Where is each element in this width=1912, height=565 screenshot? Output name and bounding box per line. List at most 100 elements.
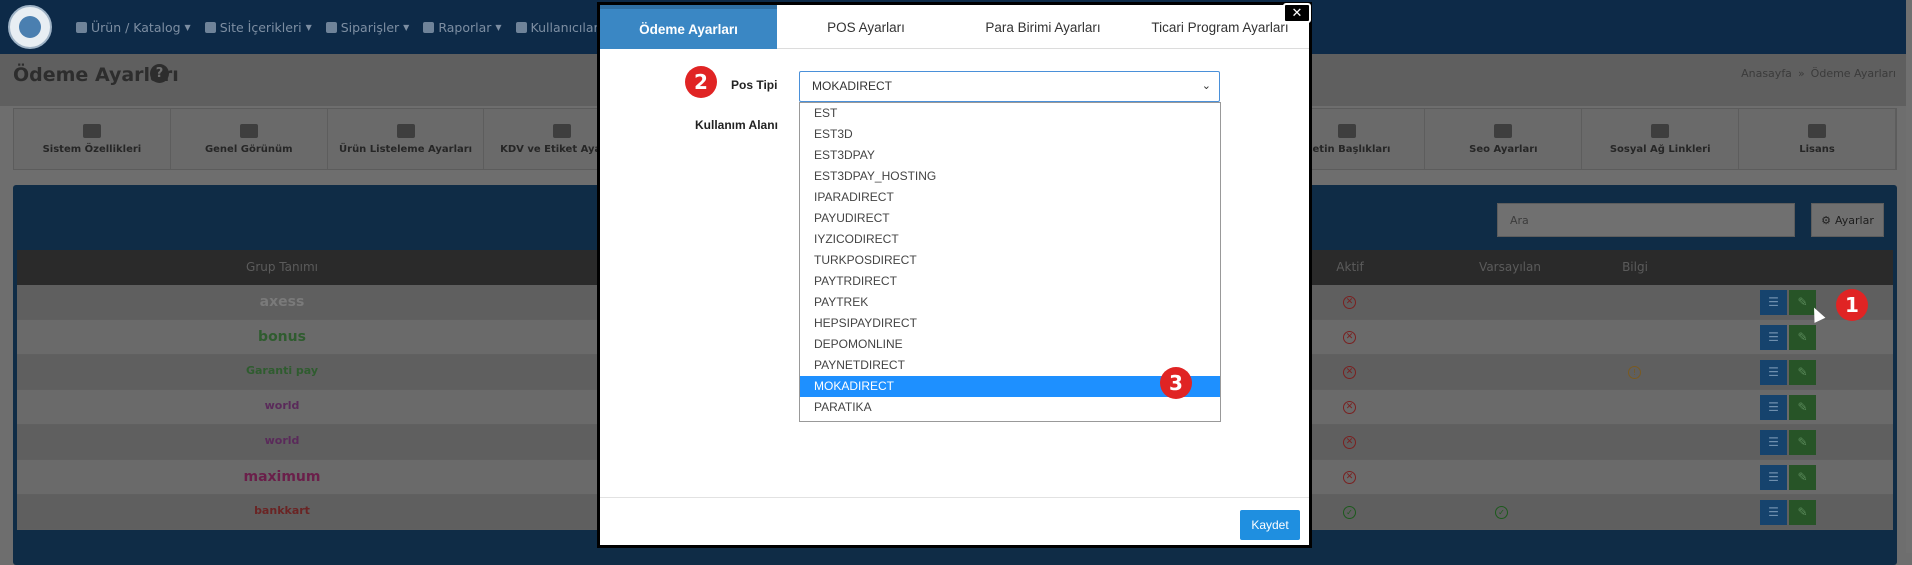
option-est3dpay[interactable]: EST3DPAY bbox=[800, 145, 1220, 166]
option-mokadirect[interactable]: MOKADIRECT bbox=[800, 376, 1220, 397]
users-icon bbox=[515, 21, 527, 33]
column-info: Bilgi bbox=[1622, 260, 1648, 274]
inactive-icon: ✕ bbox=[1343, 331, 1356, 344]
save-button[interactable]: Kaydet bbox=[1240, 510, 1300, 540]
tags-icon bbox=[553, 123, 572, 138]
brand-logo: world bbox=[264, 434, 300, 447]
close-button[interactable]: ✕ bbox=[1283, 3, 1311, 23]
option-paratika[interactable]: PARATIKA bbox=[800, 397, 1220, 418]
pos-type-dropdown: EST EST3D EST3DPAY EST3DPAY_HOSTING IPAR… bbox=[799, 102, 1221, 422]
step-marker-1: 1 bbox=[1836, 289, 1868, 321]
tab-pos-settings[interactable]: POS Ayarları bbox=[777, 5, 955, 49]
edit-button[interactable]: ✎ bbox=[1789, 325, 1816, 350]
option-depomonline[interactable]: DEPOMONLINE bbox=[800, 334, 1220, 355]
brand-logo: world bbox=[264, 399, 300, 412]
option-paynetdirect[interactable]: PAYNETDIRECT bbox=[800, 355, 1220, 376]
settings-tab-license[interactable]: Lisans bbox=[1739, 109, 1896, 169]
option-paytrdirect[interactable]: PAYTRDIRECT bbox=[800, 271, 1220, 292]
tab-currency-settings[interactable]: Para Birimi Ayarları bbox=[955, 5, 1131, 49]
nav-item-catalog[interactable]: Ürün / Katalog ▼ bbox=[76, 20, 191, 35]
brand-logo: axess bbox=[259, 294, 305, 310]
facebook-icon bbox=[1651, 123, 1670, 138]
settings-tab-system[interactable]: Sistem Özellikleri bbox=[14, 109, 171, 169]
list-button[interactable]: ☰ bbox=[1760, 500, 1787, 525]
pos-type-select[interactable]: MOKADIRECT ⌄ bbox=[799, 71, 1220, 102]
logo[interactable] bbox=[8, 5, 52, 49]
report-icon bbox=[423, 21, 435, 33]
key-icon bbox=[1808, 123, 1827, 138]
edit-button[interactable]: ✎ bbox=[1789, 430, 1816, 455]
active-check-icon: ✓ bbox=[1343, 506, 1356, 519]
chevron-down-icon: ⌄ bbox=[1201, 80, 1211, 92]
pos-type-value: MOKADIRECT bbox=[812, 79, 893, 93]
modal-tabs: Ödeme Ayarları POS Ayarları Para Birimi … bbox=[600, 5, 1309, 49]
usage-area-label: Kullanım Alanı bbox=[695, 118, 778, 132]
chevron-down-icon: ▼ bbox=[495, 22, 502, 32]
list-button[interactable]: ☰ bbox=[1760, 325, 1787, 350]
edit-button[interactable]: ✎ bbox=[1789, 465, 1816, 490]
nav-item-users[interactable]: Kullanıcılar▼ bbox=[515, 20, 609, 35]
help-icon[interactable]: ? bbox=[150, 64, 169, 83]
list-icon bbox=[396, 123, 415, 138]
option-iparadirect[interactable]: IPARADIRECT bbox=[800, 187, 1220, 208]
inactive-icon: ✕ bbox=[1343, 471, 1356, 484]
option-turkposdirect[interactable]: TURKPOSDIRECT bbox=[800, 250, 1220, 271]
info-icon: ! bbox=[1628, 366, 1641, 379]
column-group: Grup Tanımı bbox=[246, 260, 318, 274]
chevron-down-icon: ▼ bbox=[403, 22, 410, 32]
brand-logo: Garanti pay bbox=[245, 364, 319, 377]
list-button[interactable]: ☰ bbox=[1760, 465, 1787, 490]
breadcrumb-separator: » bbox=[1797, 67, 1805, 80]
breadcrumb: Anasayfa » Ödeme Ayarları bbox=[1741, 67, 1896, 80]
option-iyzicodirect[interactable]: IYZICODIRECT bbox=[800, 229, 1220, 250]
list-button[interactable]: ☰ bbox=[1760, 430, 1787, 455]
list-button[interactable]: ☰ bbox=[1760, 360, 1787, 385]
default-check-icon: ✓ bbox=[1495, 506, 1508, 519]
settings-button[interactable]: ⚙ Ayarlar bbox=[1811, 203, 1884, 237]
page-scrollbar[interactable] bbox=[1906, 0, 1912, 553]
list-button[interactable]: ☰ bbox=[1760, 395, 1787, 420]
chevron-down-icon: ▼ bbox=[305, 22, 312, 32]
monitor-icon bbox=[239, 123, 258, 138]
chevron-down-icon: ▼ bbox=[184, 22, 191, 32]
nav-item-site-content[interactable]: Site İçerikleri ▼ bbox=[204, 20, 312, 35]
nav-item-reports[interactable]: Raporlar ▼ bbox=[423, 20, 502, 35]
option-est3dpay-hosting[interactable]: EST3DPAY_HOSTING bbox=[800, 166, 1220, 187]
step-marker-2: 2 bbox=[685, 66, 717, 98]
settings-tab-product-listing[interactable]: Ürün Listeleme Ayarları bbox=[328, 109, 485, 169]
nav-item-orders[interactable]: Siparişler ▼ bbox=[325, 20, 410, 35]
edit-button[interactable]: ✎ bbox=[1789, 360, 1816, 385]
text-height-icon bbox=[1337, 123, 1356, 138]
settings-tab-seo[interactable]: Seo Ayarları bbox=[1425, 109, 1583, 169]
breadcrumb-current: Ödeme Ayarları bbox=[1810, 67, 1896, 80]
content-icon bbox=[204, 21, 216, 33]
option-hepsipaydirect[interactable]: HEPSIPAYDIRECT bbox=[800, 313, 1220, 334]
modal-footer bbox=[600, 497, 1309, 545]
column-default: Varsayılan bbox=[1479, 260, 1541, 274]
option-est3d[interactable]: EST3D bbox=[800, 124, 1220, 145]
list-button[interactable]: ☰ bbox=[1760, 290, 1787, 315]
inactive-icon: ✕ bbox=[1343, 296, 1356, 309]
catalog-icon bbox=[76, 21, 87, 33]
inactive-icon: ✕ bbox=[1343, 401, 1356, 414]
edit-button[interactable]: ✎ bbox=[1789, 395, 1816, 420]
link-icon bbox=[1494, 123, 1513, 138]
option-est[interactable]: EST bbox=[800, 103, 1220, 124]
main-nav: Ürün / Katalog ▼ Site İçerikleri ▼ Sipariş… bbox=[76, 0, 609, 54]
brand-logo: maximum bbox=[243, 469, 321, 485]
tab-payment-settings[interactable]: Ödeme Ayarları bbox=[600, 5, 777, 49]
option-paytrek[interactable]: PAYTREK bbox=[800, 292, 1220, 313]
settings-tab-appearance[interactable]: Genel Görünüm bbox=[171, 109, 328, 169]
cogs-icon bbox=[82, 123, 101, 138]
option-payudirect[interactable]: PAYUDIRECT bbox=[800, 208, 1220, 229]
column-active: Aktif bbox=[1336, 260, 1364, 274]
inactive-icon: ✕ bbox=[1343, 366, 1356, 379]
breadcrumb-home[interactable]: Anasayfa bbox=[1741, 67, 1792, 80]
step-marker-3: 3 bbox=[1160, 367, 1192, 399]
cart-icon bbox=[325, 21, 337, 33]
cogs-icon: ⚙ bbox=[1821, 213, 1831, 227]
settings-tab-social[interactable]: Sosyal Ağ Linkleri bbox=[1582, 109, 1740, 169]
search-input[interactable]: Ara bbox=[1497, 203, 1795, 237]
edit-button[interactable]: ✎ bbox=[1789, 500, 1816, 525]
inactive-icon: ✕ bbox=[1343, 436, 1356, 449]
